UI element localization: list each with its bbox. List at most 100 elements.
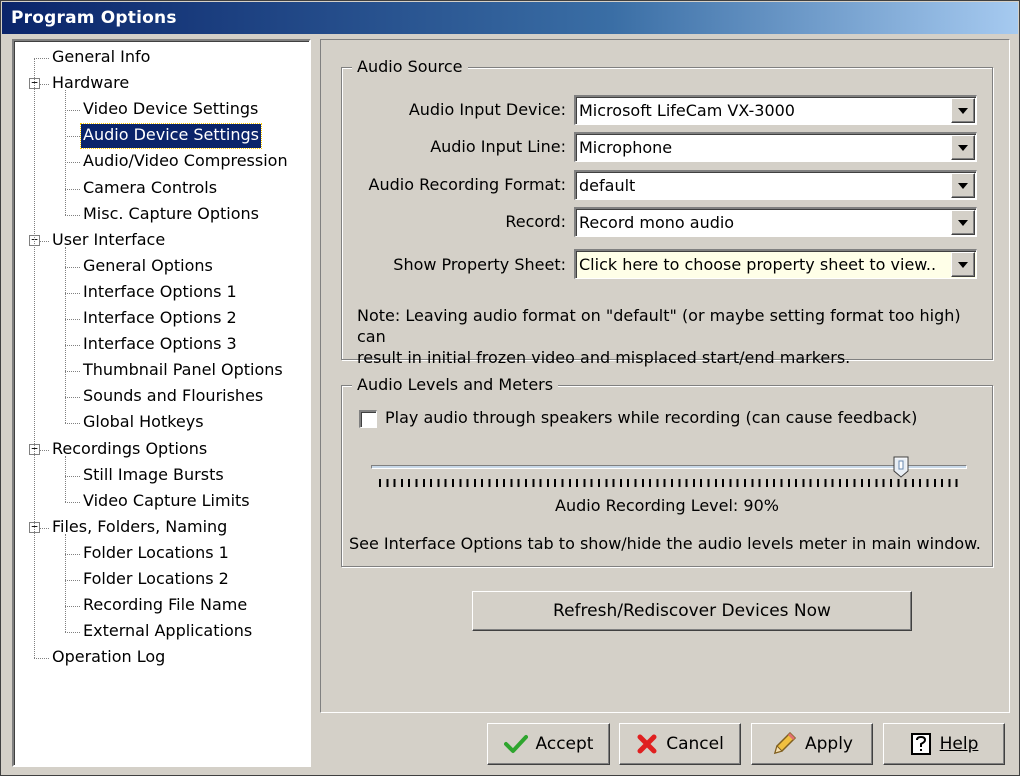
tree-connector xyxy=(65,110,80,112)
tree-connector xyxy=(65,632,80,634)
tree-connector xyxy=(65,266,80,268)
window-title: Program Options xyxy=(2,2,1018,34)
audio-level-slider-track[interactable] xyxy=(371,465,967,469)
audio-level-ticks xyxy=(379,479,963,487)
play-audio-label[interactable]: Play audio through speakers while record… xyxy=(385,407,917,429)
tree-item-audio-device-settings[interactable]: Audio Device Settings xyxy=(80,123,262,150)
tree-connector xyxy=(40,527,49,529)
help-icon xyxy=(910,733,931,755)
audio-source-title: Audio Source xyxy=(352,57,468,77)
tree-item-external-applications[interactable]: External Applications xyxy=(81,620,254,644)
apply-button[interactable]: Apply xyxy=(751,723,873,765)
accept-button[interactable]: Accept xyxy=(487,723,610,765)
note-line-1: Note: Leaving audio format on "default" … xyxy=(357,306,961,346)
tree-connector xyxy=(65,423,80,425)
tree-connector xyxy=(65,533,66,633)
tree-item-general-info[interactable]: General Info xyxy=(50,46,152,70)
audio-level-slider-thumb[interactable] xyxy=(893,456,909,478)
tree-item-user-interface[interactable]: User Interface xyxy=(50,229,167,253)
audio-input-device-label: Audio Input Device: xyxy=(408,100,566,119)
tree-connector xyxy=(40,449,49,451)
refresh-devices-label: Refresh/Rediscover Devices Now xyxy=(553,601,831,621)
tree-item-interface-options-3[interactable]: Interface Options 3 xyxy=(81,333,239,357)
refresh-devices-button[interactable]: Refresh/Rediscover Devices Now xyxy=(472,591,912,631)
chevron-down-icon[interactable] xyxy=(951,173,975,198)
help-label: Help xyxy=(939,734,979,754)
audio-format-note: Note: Leaving audio format on "default" … xyxy=(357,305,987,368)
tree-item-sounds-and-flourishes[interactable]: Sounds and Flourishes xyxy=(81,385,265,409)
tree-connector xyxy=(65,553,80,555)
record-value: Record mono audio xyxy=(579,213,735,232)
tree-connector xyxy=(65,188,80,190)
audio-level-label: Audio Recording Level: 90% xyxy=(555,496,779,515)
options-tree[interactable]: General Info − Hardware Video Device Settin… xyxy=(12,39,311,767)
tree-item-interface-options-1[interactable]: Interface Options 1 xyxy=(81,281,239,305)
tree-connector xyxy=(40,240,49,242)
chevron-down-icon[interactable] xyxy=(951,135,975,160)
audio-format-select[interactable]: default xyxy=(574,170,977,200)
tree-connector xyxy=(34,58,35,659)
chevron-down-icon[interactable] xyxy=(951,210,975,235)
tree-item-files-folders-naming[interactable]: Files, Folders, Naming xyxy=(50,516,229,540)
tree-item-thumbnail-panel-options[interactable]: Thumbnail Panel Options xyxy=(81,359,285,383)
pencil-icon xyxy=(773,731,797,755)
audio-format-value: default xyxy=(579,176,636,195)
tree-item-general-options[interactable]: General Options xyxy=(81,255,215,279)
property-sheet-select[interactable]: Click here to choose property sheet to v… xyxy=(574,249,977,279)
property-sheet-value: Click here to choose property sheet to v… xyxy=(579,255,937,274)
checkmark-icon xyxy=(503,735,528,753)
tree-connector xyxy=(65,246,66,424)
tree-connector xyxy=(65,580,80,581)
audio-input-device-value: Microsoft LifeCam VX-3000 xyxy=(579,101,795,120)
tree-connector xyxy=(65,606,80,608)
tree-connector xyxy=(65,501,80,503)
tree-connector xyxy=(65,292,80,294)
audio-input-line-select[interactable]: Microphone xyxy=(574,132,977,162)
note-line-2: result in initial frozen video and mispl… xyxy=(357,348,851,367)
tree-item-recording-file-name[interactable]: Recording File Name xyxy=(81,594,249,618)
tree-item-folder-locations-1[interactable]: Folder Locations 1 xyxy=(81,542,231,566)
close-icon xyxy=(637,734,657,754)
property-sheet-label: Show Property Sheet: xyxy=(393,255,566,274)
tree-item-hardware[interactable]: Hardware xyxy=(50,72,131,96)
tree-connector xyxy=(65,90,66,215)
tree-item-operation-log[interactable]: Operation Log xyxy=(50,646,167,670)
tree-connector xyxy=(65,162,80,164)
tree-connector xyxy=(65,397,80,399)
tree-item-interface-options-2[interactable]: Interface Options 2 xyxy=(81,307,239,331)
tree-item-audio-video-compression[interactable]: Audio/Video Compression xyxy=(81,150,290,174)
tree-item-folder-locations-2[interactable]: Folder Locations 2 xyxy=(81,568,231,592)
tree-connector xyxy=(65,319,80,320)
program-options-window: Program Options General Info − Hardware Vid… xyxy=(0,0,1020,776)
tree-item-still-image-bursts[interactable]: Still Image Bursts xyxy=(81,464,226,488)
tree-item-video-capture-limits[interactable]: Video Capture Limits xyxy=(81,490,252,514)
tree-item-recordings-options[interactable]: Recordings Options xyxy=(50,438,209,462)
audio-input-line-value: Microphone xyxy=(579,138,673,157)
chevron-down-icon[interactable] xyxy=(951,252,975,277)
audio-format-label: Audio Recording Format: xyxy=(368,175,566,194)
audio-input-device-select[interactable]: Microsoft LifeCam VX-3000 xyxy=(574,95,977,125)
tree-connector xyxy=(65,475,80,477)
chevron-down-icon[interactable] xyxy=(951,98,975,123)
audio-levels-title: Audio Levels and Meters xyxy=(352,375,559,395)
tree-connector xyxy=(40,84,49,86)
tree-item-global-hotkeys[interactable]: Global Hotkeys xyxy=(81,411,206,435)
tree-item-misc-capture-options[interactable]: Misc. Capture Options xyxy=(81,203,261,227)
audio-input-line-label: Audio Input Line: xyxy=(430,137,566,156)
cancel-button[interactable]: Cancel xyxy=(619,723,741,765)
tree-connector xyxy=(34,658,49,660)
audio-levels-hint: See Interface Options tab to show/hide t… xyxy=(349,534,981,553)
tree-connector xyxy=(65,214,80,216)
tree-item-camera-controls[interactable]: Camera Controls xyxy=(81,177,219,201)
accept-label: Accept xyxy=(535,734,594,754)
tree-connector xyxy=(65,345,80,347)
tree-connector xyxy=(65,136,80,138)
record-select[interactable]: Record mono audio xyxy=(574,207,977,237)
cancel-label: Cancel xyxy=(666,734,724,754)
help-button[interactable]: Help xyxy=(883,723,1005,765)
tree-item-video-device-settings[interactable]: Video Device Settings xyxy=(81,98,260,122)
record-label: Record: xyxy=(505,212,566,231)
tree-connector xyxy=(65,371,80,373)
play-audio-checkbox[interactable] xyxy=(359,410,377,428)
tree-connector xyxy=(65,455,66,502)
